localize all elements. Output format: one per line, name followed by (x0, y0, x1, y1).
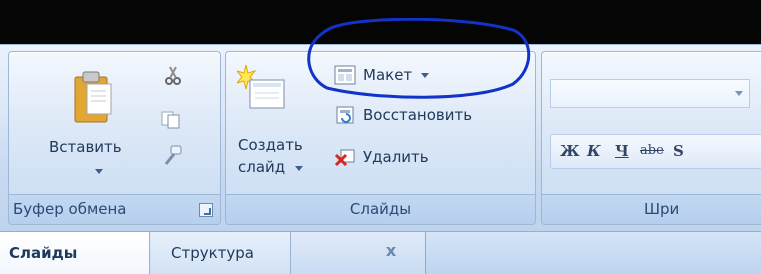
format-painter-icon[interactable] (162, 144, 184, 166)
clipboard-group-label: Буфер обмена (9, 194, 220, 224)
cut-icon[interactable] (162, 64, 184, 86)
paste-dropdown-arrow[interactable] (95, 169, 103, 174)
powerpoint-ribbon-screenshot: Вставить Буфер обмена Создать слайд Маке… (0, 0, 761, 274)
tab-outline[interactable]: Структура (151, 232, 291, 274)
slides-outline-pane-tabs: Слайды Структура x (0, 231, 761, 274)
reset-icon (334, 105, 356, 125)
bold-button[interactable]: Ж (560, 142, 580, 160)
reset-label: Восстановить (363, 106, 473, 124)
layout-dropdown-caret[interactable] (421, 72, 430, 78)
font-group: Ж К Ч abe S Шри (541, 51, 761, 225)
font-group-label: Шри (542, 194, 761, 224)
new-slide-label-line2[interactable]: слайд (238, 158, 285, 176)
new-slide-label-line1[interactable]: Создать (238, 136, 303, 154)
clipboard-group: Вставить Буфер обмена (8, 51, 221, 225)
tab-slides[interactable]: Слайды (0, 232, 150, 274)
strikethrough-button[interactable]: abe (640, 143, 664, 158)
new-slide-icon[interactable] (235, 62, 287, 122)
reset-button[interactable]: Восстановить (334, 102, 472, 128)
new-slide-dropdown-arrow[interactable] (295, 166, 303, 171)
slides-group: Создать слайд Макет Восстановить Удалить… (225, 51, 536, 225)
font-name-combobox[interactable] (550, 79, 750, 108)
font-format-toolbar: Ж К Ч abe S (550, 134, 761, 169)
layout-icon (334, 65, 356, 85)
copy-icon[interactable] (160, 108, 182, 130)
font-dropdown-caret[interactable] (735, 91, 743, 96)
layout-label: Макет (363, 66, 413, 84)
layout-button[interactable]: Макет (334, 62, 430, 88)
underline-button[interactable]: Ч (615, 142, 629, 160)
delete-icon (334, 147, 356, 167)
italic-button[interactable]: К (587, 142, 601, 160)
delete-label: Удалить (363, 148, 429, 166)
delete-slide-button[interactable]: Удалить (334, 144, 429, 170)
shadow-button[interactable]: S (673, 142, 684, 160)
paste-button-label[interactable]: Вставить (49, 138, 122, 156)
paste-icon[interactable] (70, 62, 118, 132)
dark-top-strip (0, 0, 761, 44)
slides-group-label: Слайды (226, 194, 535, 224)
close-icon[interactable]: x (382, 242, 400, 260)
clipboard-dialog-launcher-icon[interactable] (199, 203, 213, 217)
